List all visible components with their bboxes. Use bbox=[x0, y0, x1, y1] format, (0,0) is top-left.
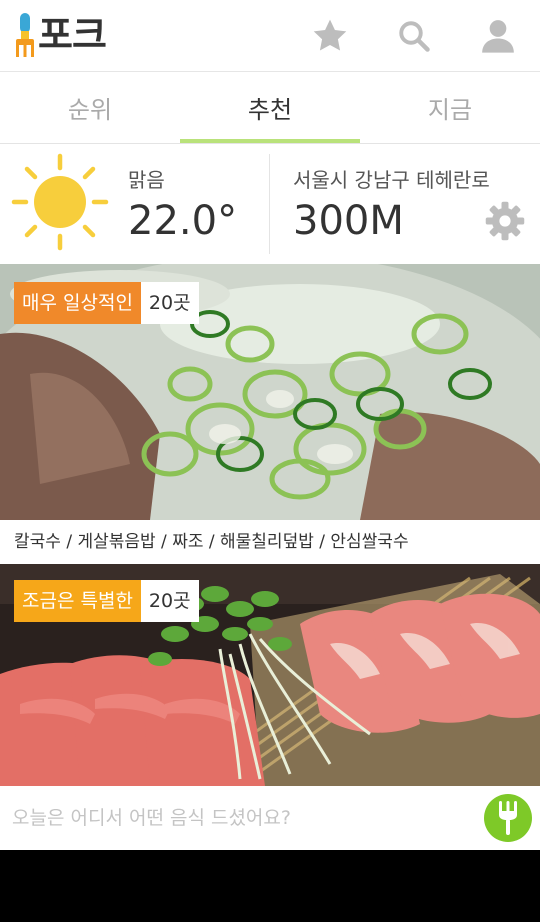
star-icon bbox=[313, 19, 347, 51]
profile-button[interactable] bbox=[476, 14, 520, 58]
fork-logo-icon bbox=[16, 13, 34, 57]
tab-bar: 순위 추천 지금 bbox=[0, 72, 540, 144]
location-distance: 300M bbox=[293, 198, 404, 244]
weather-panel: 맑음 22.0° 서울시 강남구 테헤란로 300M bbox=[0, 144, 540, 264]
user-icon bbox=[482, 20, 514, 53]
tab-label: 순위 bbox=[67, 96, 113, 124]
tab-ranking[interactable]: 순위 bbox=[0, 72, 180, 143]
settings-gear-icon[interactable] bbox=[484, 200, 526, 242]
app-title: 포크 bbox=[38, 13, 107, 57]
location-address: 서울시 강남구 테헤란로 bbox=[293, 168, 490, 192]
badge-count: 20곳 bbox=[140, 580, 199, 622]
tab-recommend[interactable]: 추천 bbox=[180, 72, 360, 143]
food-card-special[interactable]: 조금은 특별한 20곳 bbox=[0, 564, 540, 786]
weather-temperature: 22.0° bbox=[128, 198, 238, 244]
badge-label: 조금은 특별한 bbox=[14, 580, 141, 622]
menu-list[interactable]: 칼국수 / 게살볶음밥 / 짜조 / 해물칠리덮밥 / 안심쌀국수 bbox=[0, 520, 540, 564]
tab-label: 추천 bbox=[247, 96, 293, 124]
search-icon bbox=[399, 21, 430, 52]
search-button[interactable] bbox=[392, 14, 436, 58]
add-food-button[interactable] bbox=[484, 794, 532, 842]
food-log-input[interactable] bbox=[12, 796, 462, 840]
fork-icon bbox=[499, 801, 517, 835]
sun-icon bbox=[11, 153, 109, 251]
app-logo: 포크 bbox=[14, 12, 107, 58]
app-header: 포크 bbox=[0, 0, 540, 72]
favorites-button[interactable] bbox=[308, 14, 352, 58]
active-tab-indicator bbox=[180, 139, 360, 143]
app-screen: 포크 순위 추천 지금 맑음 22.0° 서울시 강남구 테헤란로 300M 매… bbox=[0, 0, 540, 850]
weather-divider bbox=[269, 154, 270, 254]
badge-label: 매우 일상적인 bbox=[14, 282, 141, 324]
badge-count: 20곳 bbox=[140, 282, 199, 324]
food-card-daily[interactable]: 매우 일상적인 20곳 bbox=[0, 264, 540, 520]
category-badge: 조금은 특별한 20곳 bbox=[14, 580, 199, 622]
category-badge: 매우 일상적인 20곳 bbox=[14, 282, 199, 324]
weather-condition: 맑음 bbox=[128, 168, 165, 192]
bottom-input-bar bbox=[0, 786, 540, 850]
tab-now[interactable]: 지금 bbox=[360, 72, 540, 143]
tab-label: 지금 bbox=[427, 96, 473, 124]
